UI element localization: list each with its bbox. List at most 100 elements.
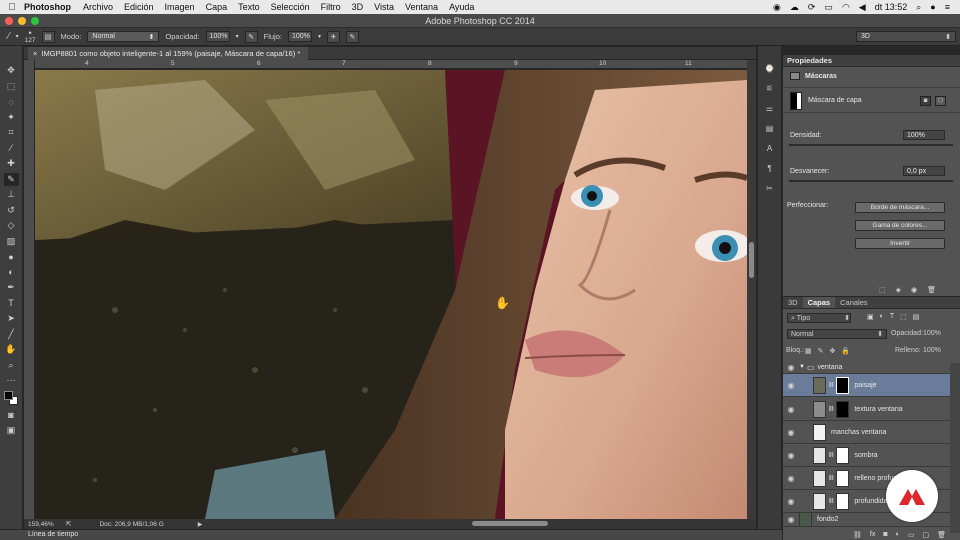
- timeline-panel-tab[interactable]: Línea de tiempo: [0, 529, 782, 540]
- fill-input[interactable]: 100%: [923, 347, 941, 354]
- delete-mask-icon[interactable]: 🗑: [927, 286, 936, 294]
- filter-pixel-icon[interactable]: ▣: [867, 313, 874, 321]
- eraser-tool-icon[interactable]: ◇: [4, 219, 19, 232]
- mode-select[interactable]: Normal ⬍: [87, 31, 160, 42]
- tab-capas[interactable]: Capas: [802, 297, 836, 308]
- menu-edicion[interactable]: Edición: [124, 2, 154, 12]
- healing-tool-icon[interactable]: ✚: [4, 157, 19, 170]
- sync-icon[interactable]: ⟳: [808, 2, 816, 13]
- link-icon[interactable]: ⛓: [828, 498, 834, 504]
- clone-stamp-tool-icon[interactable]: ⊥: [4, 188, 19, 201]
- status-menu-arrow-icon[interactable]: ▶: [198, 521, 203, 528]
- layer-comps-panel-icon[interactable]: ▤: [763, 122, 777, 134]
- brush-presets-panel-icon[interactable]: ⚌: [763, 102, 777, 114]
- layer-thumbnail[interactable]: [813, 376, 826, 394]
- filter-shape-icon[interactable]: ⬚: [900, 313, 907, 321]
- zoom-tool-icon[interactable]: ⌕: [4, 359, 19, 372]
- marquee-tool-icon[interactable]: ⬚: [4, 80, 19, 93]
- layer-filter-select[interactable]: ⌕ Tipo ⬍: [787, 313, 851, 323]
- character-panel-icon[interactable]: A: [763, 142, 777, 154]
- filter-adjustment-icon[interactable]: ◐: [880, 313, 884, 321]
- link-icon[interactable]: ⛓: [828, 382, 834, 388]
- layer-group-row[interactable]: ◉ ▼ ▭ ventana: [783, 361, 950, 374]
- flow-input[interactable]: 100%: [287, 31, 312, 42]
- layer-mask-thumbnail[interactable]: [836, 469, 850, 487]
- visibility-toggle-icon[interactable]: ◉: [911, 286, 917, 294]
- paragraph-panel-icon[interactable]: ¶: [763, 162, 777, 174]
- pressure-opacity-icon[interactable]: ✎: [244, 30, 258, 43]
- color-swatches[interactable]: [3, 390, 19, 406]
- brush-tool-icon-active[interactable]: ✎: [3, 172, 19, 186]
- menu-ventana[interactable]: Ventana: [405, 2, 438, 12]
- export-icon[interactable]: ⇱: [66, 520, 71, 528]
- menu-vista[interactable]: Vista: [374, 2, 394, 12]
- brush-panel-toggle-icon[interactable]: ▤: [41, 30, 55, 43]
- feather-input[interactable]: 0,0 px: [903, 166, 945, 176]
- menu-3d[interactable]: 3D: [352, 2, 364, 12]
- quick-select-tool-icon[interactable]: ✦: [4, 111, 19, 124]
- load-selection-icon[interactable]: ⬚: [879, 286, 886, 294]
- airbrush-icon[interactable]: ✈: [326, 30, 340, 43]
- visibility-eye-icon[interactable]: ◉: [783, 381, 799, 390]
- zoom-level[interactable]: 159,46%: [28, 521, 62, 528]
- link-icon[interactable]: ⛓: [828, 452, 834, 458]
- new-layer-icon[interactable]: ▢: [922, 531, 929, 539]
- history-panel-icon[interactable]: ⌚: [763, 62, 777, 74]
- brush-tool-icon[interactable]: ⁄: [8, 31, 10, 42]
- layer-mask-thumbnail[interactable]: [836, 446, 850, 464]
- feather-slider[interactable]: [789, 180, 953, 182]
- workspace-select[interactable]: 3D ⬍: [856, 31, 956, 42]
- blur-tool-icon[interactable]: ●: [4, 250, 19, 263]
- pen-tool-icon[interactable]: ✒: [4, 281, 19, 294]
- visibility-eye-icon[interactable]: ◉: [783, 497, 799, 506]
- properties-panel-title[interactable]: Propiedades: [783, 55, 960, 67]
- visibility-eye-icon[interactable]: ◉: [783, 474, 799, 483]
- apple-icon[interactable]: : [0, 2, 24, 13]
- user-icon[interactable]: ●: [930, 2, 935, 12]
- gradient-tool-icon[interactable]: ▨: [4, 235, 19, 248]
- screen-mode-icon[interactable]: ▣: [4, 424, 19, 437]
- foreground-color-swatch[interactable]: [4, 390, 13, 400]
- opacity-input[interactable]: 100%: [205, 31, 230, 42]
- eyedropper-tool-icon[interactable]: ⁄: [4, 142, 19, 155]
- visibility-eye-icon[interactable]: ◉: [783, 451, 799, 460]
- layer-mask-thumbnail[interactable]: [836, 376, 850, 394]
- visibility-eye-icon[interactable]: ◉: [783, 405, 799, 414]
- history-brush-tool-icon[interactable]: ↺: [4, 204, 19, 217]
- horizontal-ruler[interactable]: 4 5 6 7 8 9 10 11: [35, 60, 747, 69]
- menu-archivo[interactable]: Archivo: [83, 2, 113, 12]
- apply-mask-icon[interactable]: ◈: [896, 286, 901, 294]
- document-canvas[interactable]: ✋: [35, 70, 747, 519]
- menu-ayuda[interactable]: Ayuda: [449, 2, 474, 12]
- opacity-dropdown-icon[interactable]: ▾: [236, 33, 239, 40]
- density-input[interactable]: 100%: [903, 130, 945, 140]
- brush-preset-picker[interactable]: • 127: [25, 28, 36, 44]
- menu-list-icon[interactable]: ≡: [945, 2, 950, 12]
- hand-tool-icon[interactable]: ✋: [4, 343, 19, 356]
- layers-scrollbar[interactable]: [950, 363, 960, 533]
- lock-image-icon[interactable]: ✎: [818, 347, 824, 355]
- display-icon[interactable]: ▭: [824, 2, 833, 13]
- lock-transparent-icon[interactable]: ▦: [805, 347, 812, 355]
- mask-edge-button[interactable]: Borde de máscara...: [855, 202, 945, 213]
- density-slider[interactable]: [789, 144, 953, 146]
- link-layers-icon[interactable]: ⛓: [853, 531, 862, 539]
- vertical-ruler[interactable]: [24, 60, 35, 519]
- menu-imagen[interactable]: Imagen: [165, 2, 195, 12]
- tab-canales[interactable]: Canales: [835, 297, 873, 308]
- crop-tool-icon[interactable]: ⌗: [4, 126, 19, 139]
- app-menu[interactable]: Photoshop: [24, 2, 71, 12]
- layer-thumbnail[interactable]: [813, 492, 826, 510]
- link-icon[interactable]: ⛓: [828, 406, 834, 412]
- dodge-tool-icon[interactable]: ◐: [4, 266, 19, 279]
- canvas-vertical-scrollbar[interactable]: [747, 60, 756, 519]
- layer-row-selected[interactable]: ◉ ⛓ paisaje: [783, 374, 950, 397]
- blend-mode-select[interactable]: Normal ⬍: [787, 329, 887, 339]
- flow-dropdown-icon[interactable]: ▾: [318, 33, 321, 40]
- vertical-scroll-thumb[interactable]: [749, 242, 754, 278]
- layer-row[interactable]: ◉ ⛓ textura ventana: [783, 398, 950, 421]
- layer-opacity-input[interactable]: 100%: [923, 330, 941, 337]
- menubar-clock[interactable]: dt 13:52: [875, 2, 908, 12]
- layer-style-icon[interactable]: fx: [870, 531, 875, 539]
- pressure-size-icon[interactable]: ✎: [345, 30, 359, 43]
